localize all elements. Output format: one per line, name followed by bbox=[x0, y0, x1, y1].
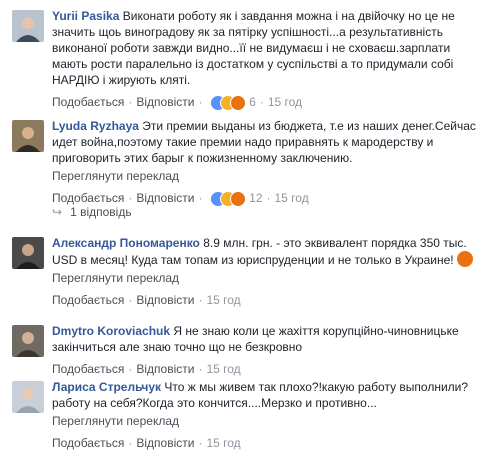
comment-actions: Подобається · Відповісти · 15 год bbox=[52, 293, 241, 307]
avatar[interactable] bbox=[12, 120, 44, 152]
reactions[interactable] bbox=[209, 191, 246, 207]
comment-text: Yurii Pasika Виконати роботу як і завдан… bbox=[52, 8, 487, 88]
avatar[interactable] bbox=[12, 325, 44, 357]
comment-actions: Подобається · Відповісти · 12 · 15 год bbox=[52, 191, 309, 207]
reply-button[interactable]: Відповісти bbox=[136, 191, 194, 205]
timestamp[interactable]: 15 год bbox=[275, 191, 309, 205]
reaction-count: 6 bbox=[249, 95, 256, 109]
comment-actions: Подобається · Відповісти · 6 · 15 год bbox=[52, 95, 303, 111]
view-replies[interactable]: ↪ 1 відповідь bbox=[52, 205, 132, 219]
comment-text: Александр Пономаренко 8.9 млн. грн. - эт… bbox=[52, 235, 487, 268]
comment-actions: Подобається · Відповісти · 15 год bbox=[52, 436, 241, 450]
author-name[interactable]: Dmytro Koroviachuk bbox=[52, 324, 170, 338]
author-name[interactable]: Лариса Стрельчук bbox=[52, 380, 161, 394]
author-name[interactable]: Александр Пономаренко bbox=[52, 236, 200, 250]
angry-emoji-icon bbox=[457, 251, 473, 267]
avatar[interactable] bbox=[12, 381, 44, 413]
reply-button[interactable]: Відповісти bbox=[136, 293, 194, 307]
angry-reaction-icon bbox=[229, 191, 246, 207]
comment-text: Лариса Стрельчук Что ж мы живем так плох… bbox=[52, 379, 487, 411]
avatar[interactable] bbox=[12, 237, 44, 269]
timestamp[interactable]: 15 год bbox=[206, 362, 240, 376]
replies-count: 1 відповідь bbox=[70, 205, 132, 219]
reactions[interactable] bbox=[209, 95, 246, 111]
reply-arrow-icon: ↪ bbox=[52, 205, 63, 219]
reply-button[interactable]: Відповісти bbox=[136, 436, 194, 450]
timestamp[interactable]: 15 год bbox=[206, 436, 240, 450]
avatar[interactable] bbox=[12, 10, 44, 42]
like-button[interactable]: Подобається bbox=[52, 362, 124, 376]
comment-actions: Подобається · Відповісти · 15 год bbox=[52, 362, 241, 376]
translate-link[interactable]: Переглянути переклад bbox=[52, 270, 487, 286]
comment-text: Dmytro Koroviachuk Я не знаю коли це жах… bbox=[52, 323, 487, 355]
like-button[interactable]: Подобається bbox=[52, 95, 124, 109]
author-name[interactable]: Lyuda Ryzhaya bbox=[52, 119, 139, 133]
reply-button[interactable]: Відповісти bbox=[136, 95, 194, 109]
like-button[interactable]: Подобається bbox=[52, 293, 124, 307]
comment-text: Lyuda Ryzhaya Эти премии выданы из бюдже… bbox=[52, 118, 487, 166]
reply-button[interactable]: Відповісти bbox=[136, 362, 194, 376]
author-name[interactable]: Yurii Pasika bbox=[52, 9, 119, 23]
like-button[interactable]: Подобається bbox=[52, 436, 124, 450]
reaction-count: 12 bbox=[249, 191, 263, 205]
timestamp[interactable]: 15 год bbox=[268, 95, 302, 109]
like-button[interactable]: Подобається bbox=[52, 191, 124, 205]
translate-link[interactable]: Переглянути переклад bbox=[52, 168, 487, 184]
translate-link[interactable]: Переглянути переклад bbox=[52, 413, 487, 429]
timestamp[interactable]: 15 год bbox=[206, 293, 240, 307]
angry-reaction-icon bbox=[229, 95, 246, 111]
